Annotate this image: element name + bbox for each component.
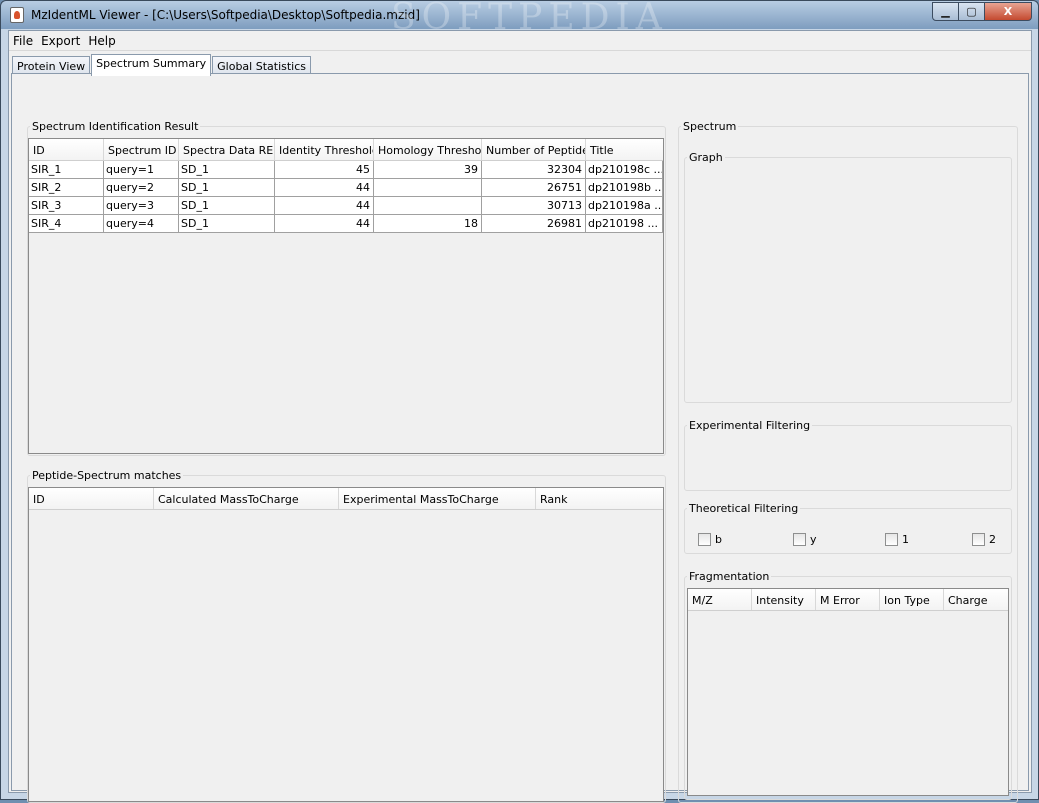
table-row[interactable]: SIR_1 query=1 SD_1 45 39 32304 dp210198c…: [29, 161, 663, 179]
cell-identity-threshold: 44: [275, 179, 374, 196]
minimize-button[interactable]: ▁: [932, 2, 959, 21]
app-window: MzIdentML Viewer - [C:\Users\Softpedia\D…: [0, 0, 1039, 803]
cell-number-of-peptides: 30713: [482, 197, 586, 214]
checkbox-y[interactable]: y: [793, 533, 817, 546]
menu-file[interactable]: File: [9, 31, 37, 50]
menu-bar: File Export Help: [9, 31, 1031, 51]
cell-spectrum-id: query=4: [104, 215, 179, 232]
cell-spectra-data-ref: SD_1: [179, 215, 275, 232]
spectrum-group-title: Spectrum: [681, 120, 739, 133]
col-header-homology-threshold[interactable]: Homology Threshold: [374, 139, 482, 160]
col-header-mz[interactable]: M/Z: [688, 589, 752, 610]
col-header-intensity[interactable]: Intensity: [752, 589, 816, 610]
graph-group: [684, 157, 1012, 403]
cell-number-of-peptides: 26751: [482, 179, 586, 196]
tab-spectrum-summary[interactable]: Spectrum Summary: [91, 54, 212, 76]
checkbox-b[interactable]: b: [698, 533, 722, 546]
cell-spectrum-id: query=3: [104, 197, 179, 214]
checkbox-2[interactable]: 2: [972, 533, 996, 546]
table-row[interactable]: SIR_4 query=4 SD_1 44 18 26981 dp210198 …: [29, 215, 663, 233]
col-header-charge[interactable]: Charge: [944, 589, 1008, 610]
title-bar[interactable]: MzIdentML Viewer - [C:\Users\Softpedia\D…: [1, 0, 1038, 38]
col-header-rank[interactable]: Rank: [536, 488, 663, 509]
spectrum-summary-panel: Spectrum Identification Result ID Spectr…: [11, 73, 1029, 803]
cell-id: SIR_2: [29, 179, 104, 196]
checkbox-box[interactable]: [793, 533, 806, 546]
col-header-ion-type[interactable]: Ion Type: [880, 589, 944, 610]
checkbox-1[interactable]: 1: [885, 533, 909, 546]
psm-table-header: ID Calculated MassToCharge Experimental …: [29, 488, 663, 510]
close-button[interactable]: X: [984, 2, 1032, 21]
cell-spectra-data-ref: SD_1: [179, 161, 275, 178]
cell-number-of-peptides: 26981: [482, 215, 586, 232]
col-header-calculated-mz[interactable]: Calculated MassToCharge: [154, 488, 339, 509]
col-header-m-error[interactable]: M Error: [816, 589, 880, 610]
cell-id: SIR_3: [29, 197, 104, 214]
experimental-filtering-title: Experimental Filtering: [687, 419, 813, 432]
fragmentation-table-header: M/Z Intensity M Error Ion Type Charge: [688, 589, 1008, 611]
sir-table[interactable]: ID Spectrum ID Spectra Data REF Identity…: [28, 138, 664, 454]
menu-export[interactable]: Export: [37, 31, 84, 50]
checkbox-box[interactable]: [698, 533, 711, 546]
col-header-id[interactable]: ID: [29, 139, 104, 160]
cell-homology-threshold: 39: [374, 161, 482, 178]
col-header-experimental-mz[interactable]: Experimental MassToCharge: [339, 488, 536, 509]
cell-id: SIR_4: [29, 215, 104, 232]
table-row[interactable]: SIR_2 query=2 SD_1 44 26751 dp210198b ..…: [29, 179, 663, 197]
java-app-icon: [10, 7, 24, 23]
cell-title: dp210198 ...: [586, 215, 663, 232]
graph-group-title: Graph: [687, 151, 725, 164]
cell-number-of-peptides: 32304: [482, 161, 586, 178]
sir-group-title: Spectrum Identification Result: [30, 120, 201, 133]
tab-strip: Protein View Spectrum Summary Global Sta…: [12, 54, 312, 76]
psm-group-title: Peptide-Spectrum matches: [30, 469, 184, 482]
window-controls: ▁ ▢ X: [932, 2, 1032, 21]
cell-homology-threshold: [374, 197, 482, 214]
cell-id: SIR_1: [29, 161, 104, 178]
maximize-button[interactable]: ▢: [958, 2, 985, 21]
checkbox-box[interactable]: [885, 533, 898, 546]
experimental-filtering-group: [684, 425, 1012, 491]
cell-identity-threshold: 44: [275, 215, 374, 232]
col-header-spectrum-id[interactable]: Spectrum ID: [104, 139, 179, 160]
col-header-number-of-peptides[interactable]: Number of Peptides: [482, 139, 586, 160]
checkbox-y-label: y: [810, 533, 817, 546]
table-row[interactable]: SIR_3 query=3 SD_1 44 30713 dp210198a ..…: [29, 197, 663, 215]
psm-table[interactable]: ID Calculated MassToCharge Experimental …: [28, 487, 664, 802]
cell-title: dp210198a ...: [588, 197, 663, 214]
cell-identity-threshold: 45: [275, 161, 374, 178]
cell-spectra-data-ref: SD_1: [179, 179, 275, 196]
cell-homology-threshold: [374, 179, 482, 196]
client-area: File Export Help Protein View Spectrum S…: [8, 30, 1032, 803]
cell-spectrum-id: query=2: [104, 179, 179, 196]
checkbox-box[interactable]: [972, 533, 985, 546]
cell-title: dp210198b ...: [588, 179, 663, 196]
col-header-id[interactable]: ID: [29, 488, 154, 509]
theoretical-filtering-title: Theoretical Filtering: [687, 502, 801, 515]
window-title: MzIdentML Viewer - [C:\Users\Softpedia\D…: [31, 8, 420, 22]
fragmentation-table[interactable]: M/Z Intensity M Error Ion Type Charge: [687, 588, 1009, 796]
sir-table-header: ID Spectrum ID Spectra Data REF Identity…: [29, 139, 663, 161]
checkbox-1-label: 1: [902, 533, 909, 546]
col-header-title[interactable]: Title: [586, 139, 663, 160]
menu-help[interactable]: Help: [84, 31, 119, 50]
fragmentation-title: Fragmentation: [687, 570, 772, 583]
checkbox-b-label: b: [715, 533, 722, 546]
col-header-identity-threshold[interactable]: Identity Threshold: [275, 139, 374, 160]
col-header-spectra-data-ref[interactable]: Spectra Data REF: [179, 139, 275, 160]
cell-spectra-data-ref: SD_1: [179, 197, 275, 214]
checkbox-2-label: 2: [989, 533, 996, 546]
cell-spectrum-id: query=1: [104, 161, 179, 178]
cell-homology-threshold: 18: [374, 215, 482, 232]
cell-title: dp210198c ...: [588, 161, 663, 178]
cell-identity-threshold: 44: [275, 197, 374, 214]
